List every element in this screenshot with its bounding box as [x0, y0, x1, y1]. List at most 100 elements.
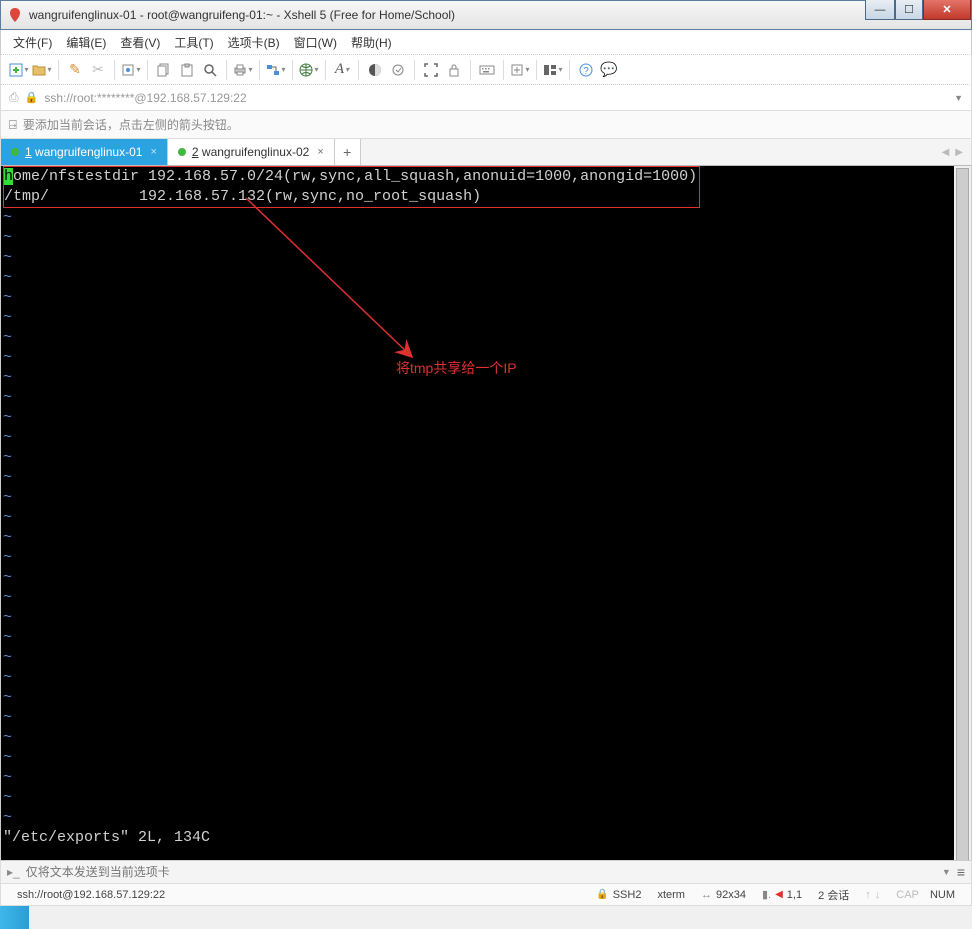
vim-tilde: ~: [3, 569, 12, 586]
tab-number: 1: [25, 145, 32, 159]
menu-bar: 文件(F) 编辑(E) 查看(V) 工具(T) 选项卡(B) 窗口(W) 帮助(…: [0, 30, 972, 54]
vim-tilde: ~: [3, 649, 12, 666]
help-icon[interactable]: ?: [576, 59, 596, 81]
vim-tilde: ~: [3, 389, 12, 406]
window-title: wangruifenglinux-01 - root@wangruifeng-0…: [29, 8, 865, 22]
separator: [414, 60, 415, 80]
lock-icon[interactable]: [444, 59, 464, 81]
addr-prompt-icon: ⎙: [9, 90, 19, 105]
vim-tilde: ~: [3, 729, 12, 746]
menu-edit[interactable]: 编辑(E): [66, 34, 106, 51]
vim-tilde: ~: [3, 429, 12, 446]
menu-file[interactable]: 文件(F): [13, 34, 52, 51]
compose-menu-icon[interactable]: ≡: [957, 864, 965, 880]
find-icon[interactable]: [200, 59, 220, 81]
svg-text:?: ?: [583, 66, 589, 77]
chat-icon[interactable]: 💬: [599, 59, 619, 81]
compose-dropdown-icon[interactable]: ▼: [942, 867, 951, 877]
menu-tools[interactable]: 工具(T): [174, 34, 213, 51]
tab-add-button[interactable]: +: [335, 139, 361, 165]
vim-tilde: ~: [3, 809, 12, 826]
status-sessions: 2 会话: [810, 887, 857, 903]
vim-tilde: ~: [3, 769, 12, 786]
copy-icon[interactable]: [154, 59, 174, 81]
vim-tilde: ~: [3, 629, 12, 646]
status-cursor-pos: 1,1: [787, 889, 802, 901]
address-bar: ⎙ 🔒 ssh://root:********@192.168.57.129:2…: [0, 85, 972, 111]
separator: [292, 60, 293, 80]
hint-text: 要添加当前会话，点击左侧的箭头按钮。: [23, 116, 239, 133]
vim-tilde: ~: [3, 329, 12, 346]
maximize-button[interactable]: ☐: [895, 0, 923, 20]
status-bar: ssh://root@192.168.57.129:22 🔒SSH2 xterm…: [0, 884, 972, 906]
menu-view[interactable]: 查看(V): [120, 34, 160, 51]
globe-icon[interactable]: [299, 59, 319, 81]
vim-tilde: ~: [3, 609, 12, 626]
tab-label: wangruifenglinux-02: [202, 145, 309, 159]
tab-close-icon[interactable]: ×: [150, 146, 156, 158]
fullscreen-icon[interactable]: [421, 59, 441, 81]
script-icon[interactable]: [510, 59, 530, 81]
app-icon: [7, 7, 23, 23]
vim-tilde: ~: [3, 689, 12, 706]
properties-icon[interactable]: [121, 59, 141, 81]
separator: [259, 60, 260, 80]
addr-url[interactable]: ssh://root:********@192.168.57.129:22: [44, 91, 948, 105]
menu-window[interactable]: 窗口(W): [294, 34, 337, 51]
signal-icon: ▮.: [762, 888, 771, 901]
status-cap: CAP: [896, 889, 919, 901]
status-term-type: xterm: [649, 889, 693, 901]
status-num: NUM: [930, 889, 955, 901]
window-controls: — ☐ ✕: [865, 0, 971, 20]
paste-icon[interactable]: [177, 59, 197, 81]
close-button[interactable]: ✕: [923, 0, 971, 20]
tab-session-1[interactable]: 1 wangruifenglinux-01 ×: [1, 139, 168, 165]
tab-prev-icon[interactable]: ◀: [942, 147, 950, 158]
down-arrow-icon[interactable]: ↓: [875, 889, 881, 901]
annotation-text: 将tmp共享给一个IP: [396, 358, 517, 378]
tab-close-icon[interactable]: ×: [317, 146, 323, 158]
reconnect-icon[interactable]: ✎: [65, 59, 85, 81]
separator: [503, 60, 504, 80]
vim-tilde: ~: [3, 309, 12, 326]
layout-icon[interactable]: [543, 59, 563, 81]
menu-help[interactable]: 帮助(H): [351, 34, 392, 51]
new-session-icon[interactable]: [9, 59, 29, 81]
up-arrow-icon[interactable]: ↑: [865, 889, 871, 901]
print-icon[interactable]: [233, 59, 253, 81]
color-scheme-icon[interactable]: [365, 59, 385, 81]
terminal-line-2: /tmp/ 192.168.57.132(rw,sync,no_root_squ…: [4, 188, 481, 205]
compose-prompt-icon: ▸_: [7, 865, 20, 879]
separator: [569, 60, 570, 80]
terminal-cursor: h: [4, 168, 13, 185]
separator: [58, 60, 59, 80]
terminal-scrollbar[interactable]: [954, 166, 971, 860]
vim-tilde: ~: [3, 549, 12, 566]
hint-bar: ⍈ 要添加当前会话，点击左侧的箭头按钮。: [0, 111, 972, 139]
vim-tilde: ~: [3, 249, 12, 266]
disconnect-icon[interactable]: ✂: [88, 59, 108, 81]
open-icon[interactable]: [32, 59, 52, 81]
minimize-button[interactable]: —: [865, 0, 895, 20]
compose-input[interactable]: [26, 865, 936, 879]
status-connection: ssh://root@192.168.57.129:22: [9, 889, 588, 901]
tab-session-2[interactable]: 2 wangruifenglinux-02 ×: [168, 139, 335, 165]
terminal[interactable]: home/nfstestdir 192.168.57.0/24(rw,sync,…: [0, 166, 972, 860]
addr-dropdown-icon[interactable]: ▼: [954, 93, 963, 103]
status-dot-icon: [11, 148, 19, 156]
status-dot-icon: [178, 148, 186, 156]
toolbar: ✎ ✂ A ? 💬: [0, 54, 972, 85]
highlight-icon[interactable]: [388, 59, 408, 81]
vim-tilde: ~: [3, 369, 12, 386]
transfer-icon[interactable]: [266, 59, 286, 81]
hint-arrow-icon[interactable]: ⍈: [9, 117, 17, 133]
separator: [470, 60, 471, 80]
menu-tabs[interactable]: 选项卡(B): [228, 34, 280, 51]
addr-lock-icon: 🔒: [25, 91, 39, 104]
resize-icon: ↔: [701, 889, 712, 901]
status-protocol: SSH2: [613, 889, 642, 901]
keyboard-icon[interactable]: [477, 59, 497, 81]
font-icon[interactable]: A: [332, 59, 352, 81]
tab-next-icon[interactable]: ▶: [955, 147, 963, 158]
status-term-size: 92x34: [716, 889, 746, 901]
